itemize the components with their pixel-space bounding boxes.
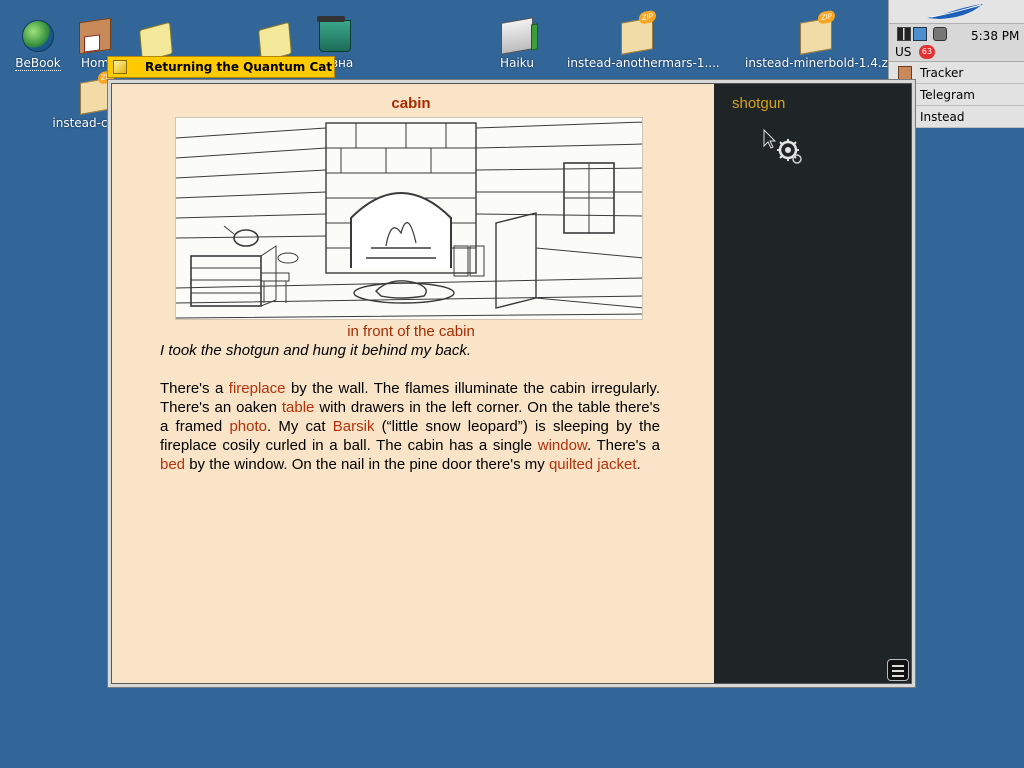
volume-icon[interactable] xyxy=(933,27,947,41)
desktop-icon-label: Hom xyxy=(80,56,110,70)
object-link-table[interactable]: table xyxy=(282,399,315,416)
description-text: by the window. On the nail in the pine d… xyxy=(185,456,549,473)
object-link-barsik[interactable]: Barsik xyxy=(333,418,375,435)
deskbar-item-label: Telegram xyxy=(920,88,975,102)
zip-archive-icon xyxy=(800,17,832,55)
bebook-icon xyxy=(22,20,54,52)
object-link-fireplace[interactable]: fireplace xyxy=(229,380,286,397)
object-link-quilted-jacket[interactable]: quilted jacket xyxy=(549,456,637,473)
desktop-icon-label: BeBook xyxy=(15,56,61,71)
game-window: cabin in front of the cabin I took the s… xyxy=(107,79,916,688)
scene-picture xyxy=(175,117,643,320)
menu-button[interactable] xyxy=(887,659,909,681)
window-content: cabin in front of the cabin I took the s… xyxy=(111,83,912,684)
description-text: . My cat xyxy=(266,418,333,435)
object-link-bed[interactable]: bed xyxy=(160,456,185,473)
network-icon[interactable] xyxy=(913,27,927,41)
desktop-icon-label: instead-minerbold-1.4.zip xyxy=(745,56,899,70)
room-title: cabin xyxy=(391,95,431,112)
deskbar-menu-button[interactable] xyxy=(889,0,1024,24)
home-folder-icon xyxy=(79,17,111,55)
cabin-sketch xyxy=(176,121,642,319)
menu-icon-bar xyxy=(892,675,904,677)
deskbar-item-label: Tracker xyxy=(920,66,964,80)
close-icon[interactable] xyxy=(113,60,127,74)
description-text: . xyxy=(636,456,641,473)
description-text: . There's a xyxy=(586,437,660,454)
inventory-item-shotgun[interactable]: shotgun xyxy=(732,95,785,112)
keyboard-layout[interactable]: US xyxy=(895,45,911,59)
desktop-icon-minerbold[interactable]: instead-minerbold-1.4.zip xyxy=(745,17,899,70)
game-text-pane: cabin in front of the cabin I took the s… xyxy=(112,84,714,683)
desktop-icon-haiku[interactable]: Haiku xyxy=(477,17,557,70)
action-message: I took the shotgun and hung it behind my… xyxy=(160,342,472,359)
zip-archive-icon xyxy=(621,17,653,55)
window-title: Returning the Quantum Cat xyxy=(145,60,333,74)
notification-badge[interactable]: 63 xyxy=(919,45,935,59)
description-text: There's a xyxy=(160,380,229,397)
desktop-icon-label: instead-anothermars-1.... xyxy=(567,56,720,70)
deskbar-item-label: Instead xyxy=(920,110,965,124)
haiku-leaf-icon xyxy=(927,4,983,19)
tracker-icon xyxy=(898,66,912,80)
clock[interactable]: 5:38 PM xyxy=(971,29,1019,43)
busy-cursor-icon xyxy=(763,128,802,164)
object-link-photo[interactable]: photo xyxy=(229,418,267,435)
deskbar-tray: 5:38 PM US 63 xyxy=(889,24,1024,62)
window-tab[interactable]: Returning the Quantum Cat xyxy=(107,56,335,78)
room-description: There's a fireplace by the wall. The fla… xyxy=(160,379,660,474)
cpu-monitor-icon[interactable] xyxy=(897,27,911,41)
desktop-icon-anothermars[interactable]: instead-anothermars-1.... xyxy=(567,17,720,70)
menu-icon-bar xyxy=(892,670,904,672)
desktop-icon-label: Haiku xyxy=(500,56,534,70)
inventory-pane: shotgun xyxy=(714,84,911,683)
picture-caption[interactable]: in front of the cabin xyxy=(112,323,710,340)
trash-icon xyxy=(317,16,351,52)
drive-icon xyxy=(501,17,533,55)
menu-icon-bar xyxy=(892,665,904,667)
object-link-window[interactable]: window xyxy=(538,437,587,454)
